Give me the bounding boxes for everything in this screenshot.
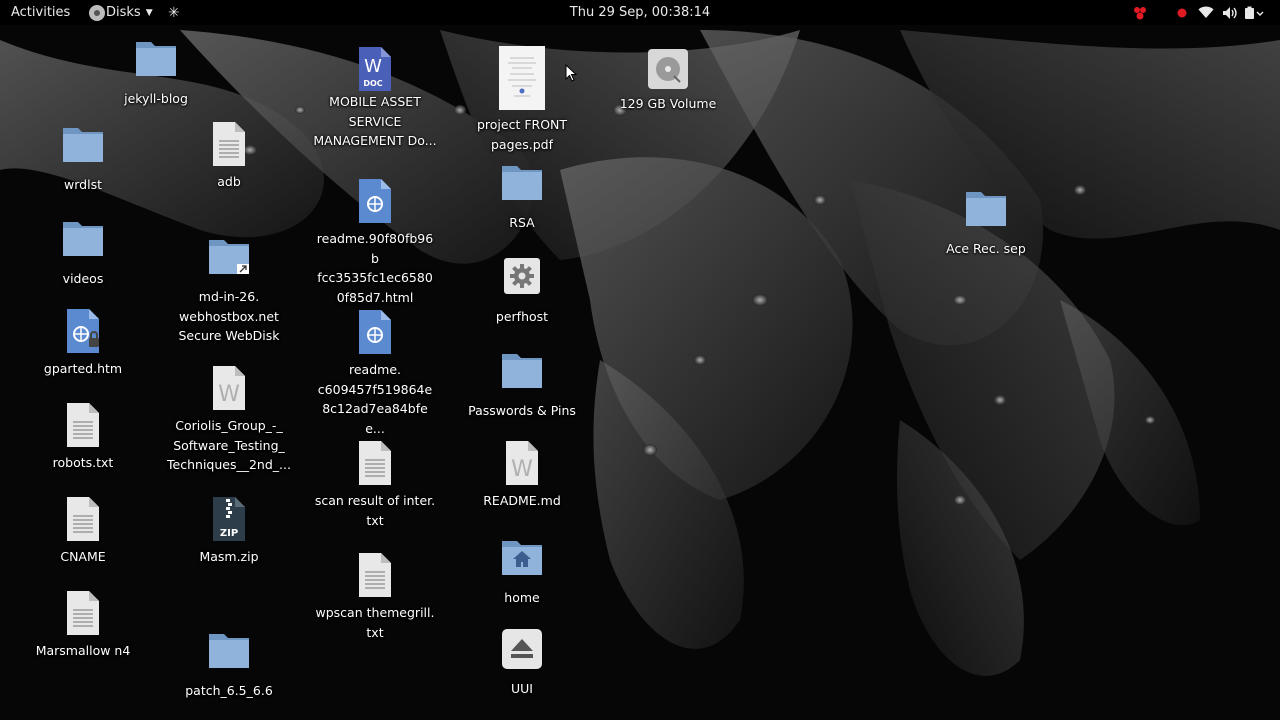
folder-patch[interactable]: patch_6.5_6.6 — [167, 630, 291, 701]
zip-archive-icon: ZIP — [213, 497, 245, 541]
text-file-icon — [67, 591, 99, 635]
home-folder-icon — [502, 541, 542, 575]
svg-text:ZIP: ZIP — [220, 528, 238, 539]
battery-icon[interactable] — [1242, 0, 1266, 25]
file-adb[interactable]: adb — [167, 121, 291, 192]
icon-label: jekyll-blog — [124, 91, 188, 106]
folder-home[interactable]: home — [460, 537, 584, 608]
folder-icon — [63, 222, 103, 256]
file-coriolis[interactable]: W Coriolis_Group_-_ Software_Testing_ Te… — [167, 365, 291, 475]
recording-indicator-icon[interactable] — [1170, 0, 1194, 25]
icon-label: 129 GB Volume — [619, 96, 717, 111]
wifi-icon[interactable] — [1194, 0, 1218, 25]
icon-label: perfhost — [495, 309, 549, 324]
icon-label: Ace Rec. sep — [946, 241, 1026, 256]
icon-label: MOBILE ASSET SERVICE MANAGEMENT Do... — [313, 94, 437, 148]
svg-text:DOC: DOC — [363, 79, 382, 88]
folder-rsa[interactable]: RSA — [460, 162, 584, 233]
file-wpscan[interactable]: wpscan themegrill. txt — [313, 552, 437, 642]
file-marsmallow-n4[interactable]: Marsmallow n4 — [21, 590, 145, 661]
file-mobile-asset-doc[interactable]: W DOC MOBILE ASSET SERVICE MANAGEMENT Do.… — [313, 46, 437, 151]
icon-label: Passwords & Pins — [468, 403, 576, 418]
text-file-icon — [359, 441, 391, 485]
text-file-icon — [359, 553, 391, 597]
icon-label: project FRONT pages.pdf — [476, 117, 568, 152]
icon-label: readme. c609457f519864e 8c12ad7ea84bfee.… — [317, 362, 433, 436]
volume-icon[interactable] — [1218, 0, 1242, 25]
svg-text:W: W — [218, 382, 240, 407]
svg-text:W: W — [511, 457, 533, 482]
file-readme-c609[interactable]: readme. c609457f519864e 8c12ad7ea84bfee.… — [313, 309, 437, 438]
icon-label: md-in-26. webhostbox.net Secure WebDisk — [178, 289, 280, 343]
html-file-icon — [359, 179, 391, 223]
word-document-icon: W — [506, 441, 538, 485]
clock-area: Thu 29 Sep, 00:38:14 — [0, 0, 1280, 25]
icon-label: scan result of inter. txt — [314, 493, 436, 528]
icon-label: wpscan themegrill. txt — [315, 605, 435, 640]
folder-icon — [136, 42, 176, 76]
folder-icon — [502, 354, 542, 388]
icon-label: RSA — [509, 215, 535, 230]
file-readme-md[interactable]: W README.md — [460, 440, 584, 511]
system-tray — [1128, 0, 1266, 25]
icon-label: Masm.zip — [199, 549, 259, 564]
icon-label: UUI — [511, 681, 533, 696]
tray-app-icon[interactable] — [1128, 0, 1152, 25]
icon-label: home — [504, 590, 540, 605]
icon-label: wrdlst — [64, 177, 102, 192]
folder-videos[interactable]: videos — [21, 218, 145, 289]
desktop[interactable]: Activities Disks ▼ ✳ Thu 29 Sep, 00:38:1… — [0, 0, 1280, 720]
folder-wrdlst[interactable]: wrdlst — [21, 124, 145, 195]
text-file-icon — [67, 403, 99, 447]
html-file-icon — [359, 310, 391, 354]
folder-icon — [502, 166, 542, 200]
top-bar: Activities Disks ▼ ✳ Thu 29 Sep, 00:38:1… — [0, 0, 1280, 25]
text-file-icon — [213, 122, 245, 166]
file-perfhost[interactable]: perfhost — [460, 256, 584, 327]
clock[interactable]: Thu 29 Sep, 00:38:14 — [570, 5, 710, 20]
file-readme-html[interactable]: readme.90f80fb96b fcc3535fc1ec6580 0f85d… — [313, 178, 437, 307]
icon-label: CNAME — [60, 549, 106, 564]
word-document-icon: W — [213, 366, 245, 410]
icon-label: adb — [217, 174, 241, 189]
icon-label: gparted.htm — [43, 361, 123, 376]
icon-label: Coriolis_Group_-_ Software_Testing_ Tech… — [167, 418, 291, 472]
icon-label: Marsmallow n4 — [35, 643, 131, 658]
file-masm-zip[interactable]: ZIP Masm.zip — [167, 496, 291, 567]
drive-uui[interactable]: UUI — [460, 628, 584, 699]
folder-ace-rec[interactable]: Ace Rec. sep — [924, 188, 1048, 259]
folder-jekyll-blog[interactable]: jekyll-blog — [94, 38, 218, 109]
folder-icon — [966, 192, 1006, 226]
icon-label: robots.txt — [52, 455, 114, 470]
eject-icon — [502, 629, 542, 669]
html-file-locked-icon — [67, 309, 99, 353]
drive-129gb-volume[interactable]: 129 GB Volume — [606, 48, 730, 114]
folder-icon — [209, 634, 249, 668]
file-project-front-pdf[interactable]: project FRONT pages.pdf — [460, 46, 584, 154]
mouse-pointer-icon — [565, 64, 577, 82]
folder-passwords-pins[interactable]: Passwords & Pins — [460, 350, 584, 421]
file-cname[interactable]: CNAME — [21, 496, 145, 567]
icon-label: videos — [62, 271, 104, 286]
file-gparted-htm[interactable]: gparted.htm — [21, 308, 145, 379]
folder-link-icon — [209, 240, 249, 274]
svg-text:W: W — [364, 56, 382, 77]
file-robots-txt[interactable]: robots.txt — [21, 402, 145, 473]
folder-icon — [63, 128, 103, 162]
text-file-icon — [67, 497, 99, 541]
icon-label: README.md — [483, 493, 561, 508]
pdf-thumbnail-icon — [499, 46, 545, 110]
gear-icon — [504, 258, 540, 294]
icon-label: patch_6.5_6.6 — [185, 683, 273, 698]
icon-label: readme.90f80fb96b fcc3535fc1ec6580 0f85d… — [316, 231, 434, 305]
hard-drive-icon — [648, 49, 688, 89]
folder-webdisk[interactable]: md-in-26. webhostbox.net Secure WebDisk — [167, 236, 291, 346]
doc-file-icon: W DOC — [359, 47, 391, 91]
file-scan-result[interactable]: scan result of inter. txt — [313, 440, 437, 530]
